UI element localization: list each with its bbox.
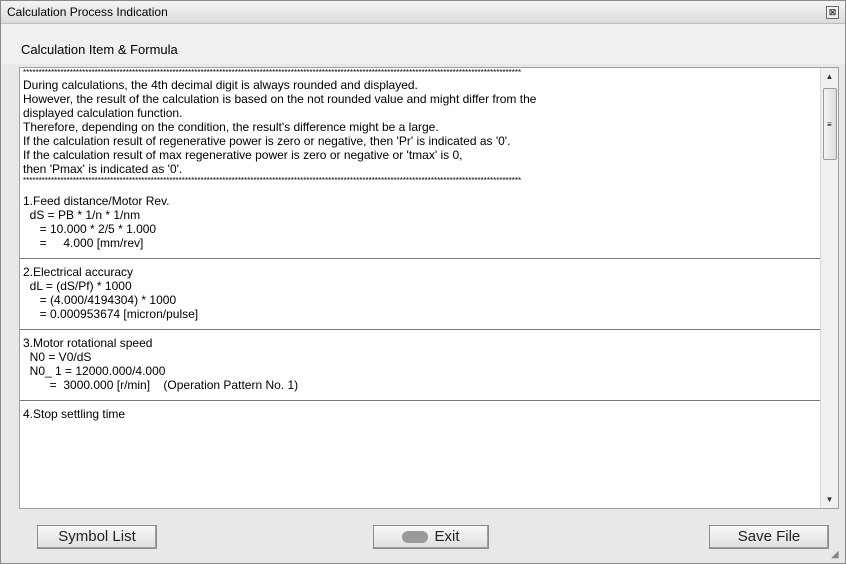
note-line: However, the result of the calculation i… xyxy=(23,92,537,106)
note-line: If the calculation result of max regener… xyxy=(23,148,463,162)
note-line: During calculations, the 4th decimal dig… xyxy=(23,78,418,92)
formula-line: = (4.000/4194304) * 1000 xyxy=(23,293,177,307)
symbol-list-label: Symbol List xyxy=(58,528,136,545)
section-motor-speed: 3.Motor rotational speed N0 = V0/dS N0_ … xyxy=(20,336,820,392)
exit-button[interactable]: Exit xyxy=(373,525,489,549)
grip-icon: ≡ xyxy=(827,120,832,129)
note-line: then 'Pmax' is indicated as '0'. xyxy=(23,162,183,176)
formula-text-area[interactable]: ****************************************… xyxy=(20,68,820,508)
formula-line: N0 = V0/dS xyxy=(23,350,92,364)
symbol-list-button[interactable]: Symbol List xyxy=(37,525,157,549)
save-file-button[interactable]: Save File xyxy=(709,525,829,549)
section-divider xyxy=(20,400,820,401)
subheader: Calculation Item & Formula xyxy=(1,24,845,64)
exit-label: Exit xyxy=(434,528,460,545)
section-divider xyxy=(20,258,820,259)
save-file-label: Save File xyxy=(737,528,801,545)
formula-line: dL = (dS/Pf) * 1000 xyxy=(23,279,132,293)
scroll-thumb[interactable]: ≡ xyxy=(823,88,837,160)
section-label: Calculation Item & Formula xyxy=(21,42,178,57)
resize-grip-icon[interactable]: ◢ xyxy=(831,549,843,561)
separator-stars-bottom: ****************************************… xyxy=(23,176,522,185)
formula-line: = 4.000 [mm/rev] xyxy=(23,236,144,250)
formula-line: = 3000.000 [r/min] (Operation Pattern No… xyxy=(23,378,299,392)
formula-line: N0_ 1 = 12000.000/4.000 xyxy=(23,364,166,378)
section-title: 1.Feed distance/Motor Rev. xyxy=(23,194,170,208)
section-divider xyxy=(20,329,820,330)
vertical-scrollbar[interactable]: ▲ ≡ ▼ xyxy=(820,68,838,508)
window-title: Calculation Process Indication xyxy=(7,5,168,19)
section-electrical-accuracy: 2.Electrical accuracy dL = (dS/Pf) * 100… xyxy=(20,265,820,321)
calculation-process-window: Calculation Process Indication ⊠ Calcula… xyxy=(0,0,846,564)
formula-line: = 0.000953674 [micron/pulse] xyxy=(23,307,199,321)
exit-icon xyxy=(402,531,429,544)
formula-panel[interactable]: ****************************************… xyxy=(19,67,839,509)
section-title: 4.Stop settling time xyxy=(23,407,126,421)
scroll-down-icon[interactable]: ▼ xyxy=(821,491,838,508)
section-title: 2.Electrical accuracy xyxy=(23,265,134,279)
formula-line: = 10.000 * 2/5 * 1.000 xyxy=(23,222,157,236)
note-line: displayed calculation function. xyxy=(23,106,183,120)
title-bar: Calculation Process Indication ⊠ xyxy=(1,1,845,24)
note-line: Therefore, depending on the condition, t… xyxy=(23,120,439,134)
note-line: If the calculation result of regenerativ… xyxy=(23,134,511,148)
section-feed-distance: 1.Feed distance/Motor Rev. dS = PB * 1/n… xyxy=(20,194,820,250)
formula-line: dS = PB * 1/n * 1/nm xyxy=(23,208,141,222)
scroll-up-icon[interactable]: ▲ xyxy=(821,68,838,85)
button-row: Symbol List Exit Save File xyxy=(1,519,845,563)
section-title: 3.Motor rotational speed xyxy=(23,336,153,350)
section-stop-settling: 4.Stop settling time xyxy=(20,407,820,421)
close-icon[interactable]: ⊠ xyxy=(826,6,839,19)
separator-stars-top: ****************************************… xyxy=(23,68,522,77)
